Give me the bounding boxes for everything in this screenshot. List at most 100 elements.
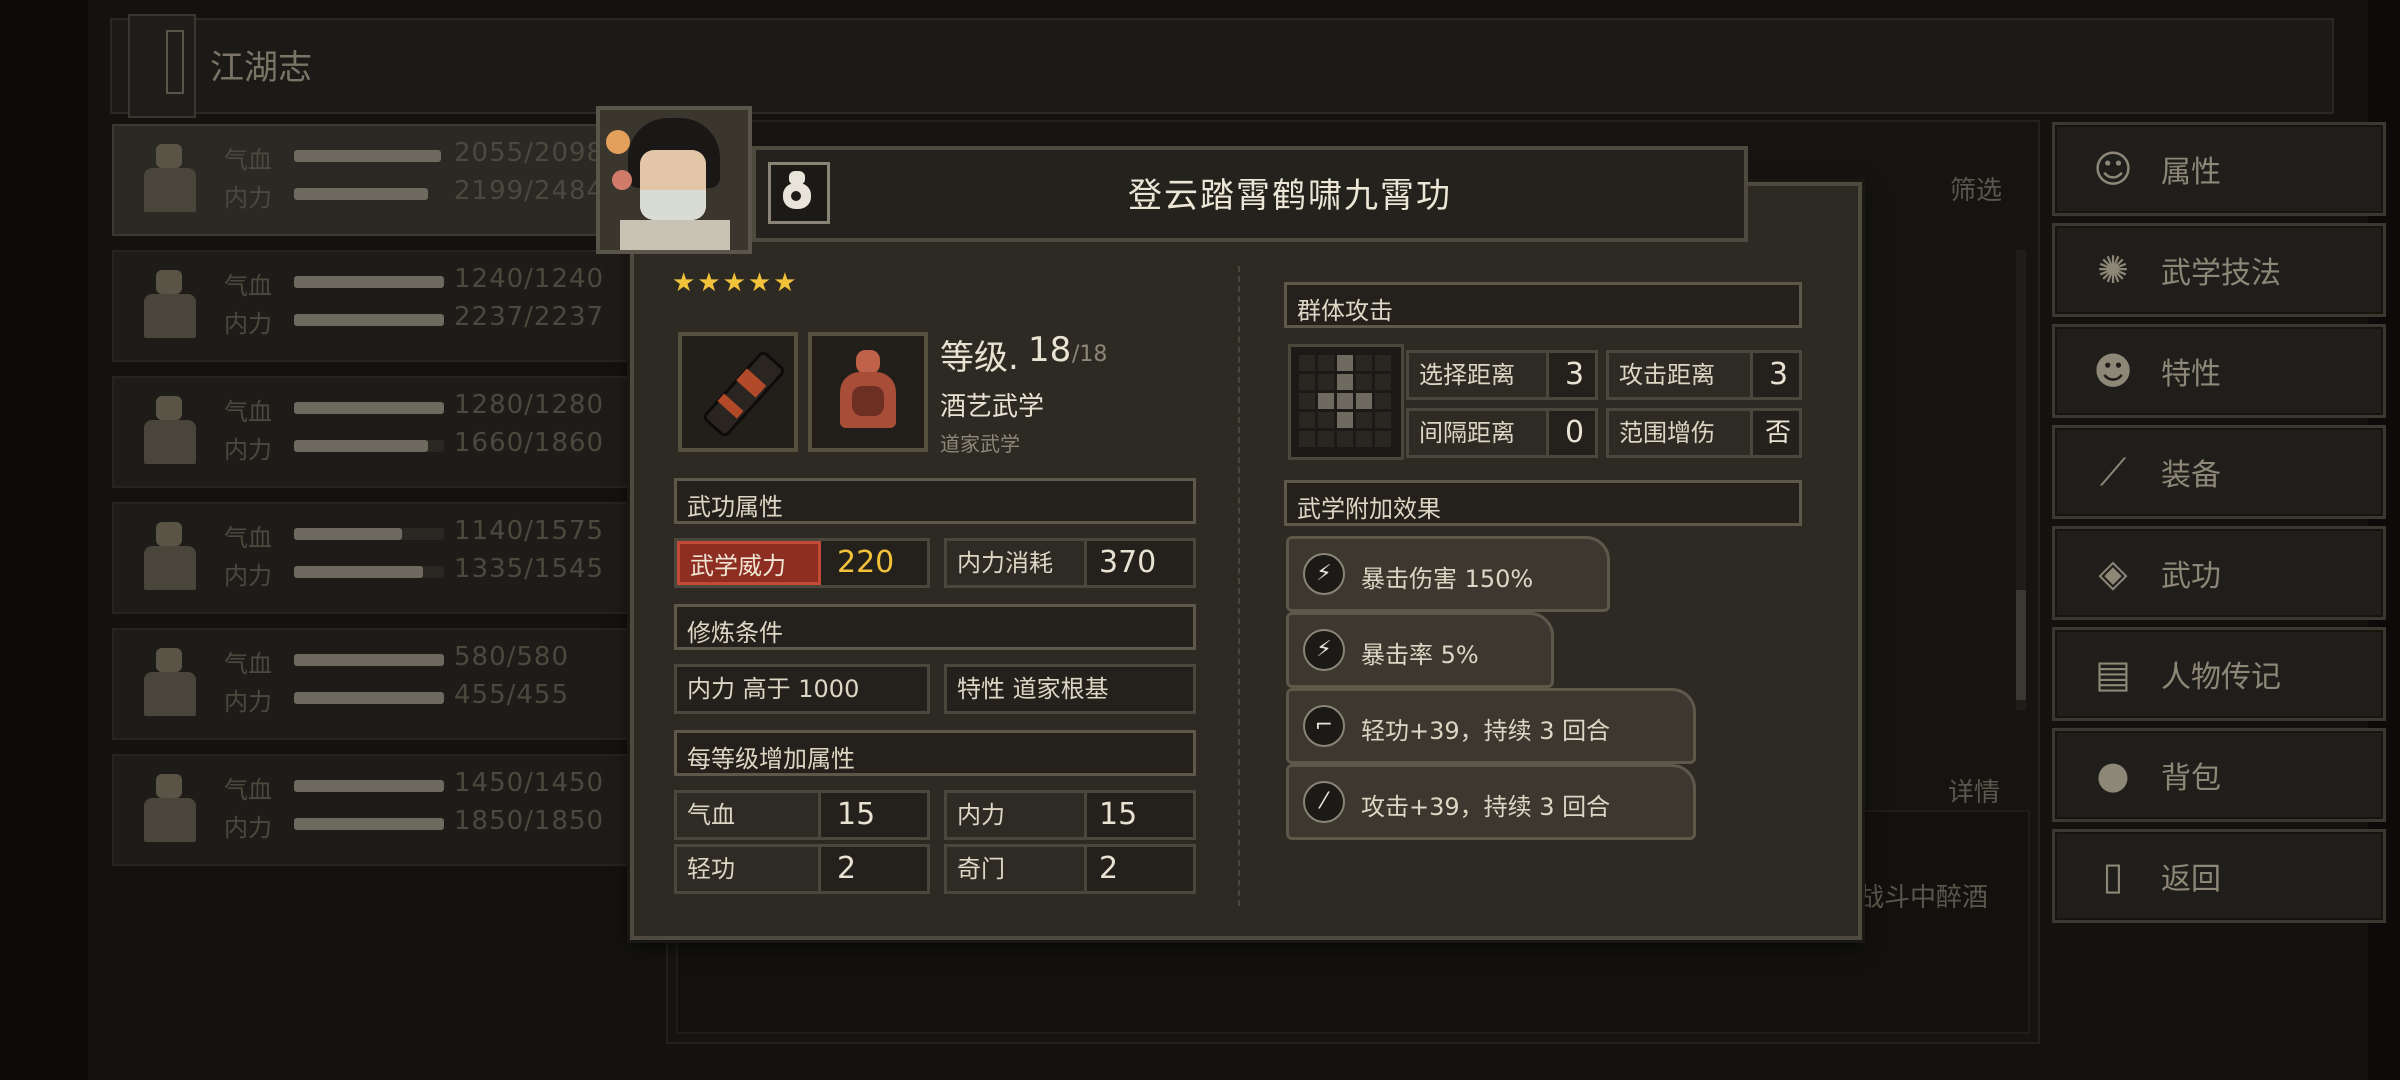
- scroll-icon: ▤: [2095, 652, 2131, 696]
- range-interval-label: 间隔距离: [1409, 411, 1549, 455]
- menu-button[interactable]: ▤ 人物传记: [2052, 627, 2386, 721]
- detail-button[interactable]: 详情: [1948, 772, 2000, 809]
- menu-button-label: 特性: [2161, 357, 2221, 392]
- per-level-qimen-label: 奇门: [947, 847, 1087, 891]
- attack-type-label: 群体攻击: [1297, 297, 1393, 325]
- range-grid-cell: [1299, 431, 1315, 447]
- sword-icon: ⁄: [1303, 781, 1345, 823]
- range-grid-cell: [1318, 431, 1334, 447]
- scrollbar-thumb[interactable]: [2016, 590, 2026, 700]
- section-per-level: 每等级增加属性: [674, 730, 1196, 776]
- mp-bar: [294, 692, 444, 704]
- section-per-level-label: 每等级增加属性: [687, 745, 855, 773]
- range-select-value: 3: [1565, 357, 1585, 392]
- skill-scroll-icon: [678, 332, 798, 452]
- range-grid-cell: [1356, 374, 1372, 390]
- effect-crit-damage-text: 暴击伤害 150%: [1361, 565, 1534, 593]
- mp-label: 内力: [224, 562, 272, 590]
- character-row[interactable]: 气血 1450/1450 内力 1850/1850: [112, 754, 636, 866]
- menu-button[interactable]: ● 背包: [2052, 728, 2386, 822]
- hp-label: 气血: [224, 524, 272, 552]
- range-grid-cell: [1375, 431, 1391, 447]
- title-bar: [110, 18, 2334, 114]
- range-grid-cell: [1356, 355, 1372, 371]
- per-level-agility: 轻功 2: [674, 844, 930, 894]
- range-grid-icon: [1288, 344, 1404, 460]
- mp-value: 1850/1850: [454, 806, 605, 836]
- section-requirements-label: 修炼条件: [687, 619, 783, 647]
- range-interval: 间隔距离 0: [1406, 408, 1598, 458]
- mp-bar: [294, 440, 444, 452]
- section-attributes-label: 武功属性: [687, 493, 783, 521]
- effect-crit-rate: ⚡ 暴击率 5%: [1286, 612, 1554, 688]
- skill-figure-icon: [808, 332, 928, 452]
- person-icon: ☺: [2093, 147, 2133, 191]
- door-icon: ▯: [2102, 854, 2124, 898]
- menu-button-label: 人物传记: [2161, 660, 2281, 695]
- section-attributes: 武功属性: [674, 478, 1196, 524]
- range-select-label: 选择距离: [1409, 353, 1549, 397]
- character-avatar: [130, 390, 210, 470]
- page-title: 江湖志: [210, 48, 312, 88]
- range-grid-cell: [1299, 355, 1315, 371]
- character-row[interactable]: 气血 2055/2098 内力 2199/2484: [112, 124, 636, 236]
- range-grid-cell: [1299, 374, 1315, 390]
- menu-button-label: 武学技法: [2161, 256, 2281, 291]
- level-value: 18: [1028, 330, 1072, 370]
- range-aoe-value: 否: [1765, 418, 1792, 448]
- range-grid-cell: [1318, 393, 1334, 409]
- per-level-agility-value: 2: [837, 851, 857, 886]
- character-row[interactable]: 气血 1240/1240 内力 2237/2237: [112, 250, 636, 362]
- range-grid-cell: [1299, 412, 1315, 428]
- level-max: /18: [1072, 342, 1108, 367]
- requirement-2: 特性 道家根基: [944, 664, 1196, 714]
- section-effects-label: 武学附加效果: [1297, 495, 1441, 523]
- power-label: 武学威力: [677, 541, 821, 585]
- lightning-icon: ⚡: [1303, 553, 1345, 595]
- character-avatar: [130, 642, 210, 722]
- bag-icon: ●: [2096, 753, 2130, 797]
- menu-button[interactable]: ⟋ 装备: [2052, 425, 2386, 519]
- attack-type: 群体攻击: [1284, 282, 1802, 328]
- hp-label: 气血: [224, 398, 272, 426]
- character-row[interactable]: 气血 580/580 内力 455/455: [112, 628, 636, 740]
- cost-cell: 内力消耗 370: [944, 538, 1196, 588]
- hp-bar: [294, 528, 444, 540]
- hp-label: 气血: [224, 272, 272, 300]
- range-grid-cell: [1337, 355, 1353, 371]
- mp-value: 2199/2484: [454, 176, 605, 206]
- per-level-mp-label: 内力: [947, 793, 1087, 837]
- book-icon: ◈: [2098, 551, 2128, 595]
- per-level-qimen-value: 2: [1099, 851, 1119, 886]
- range-grid-cell: [1337, 431, 1353, 447]
- range-grid-cell: [1318, 374, 1334, 390]
- range-grid-cell: [1375, 374, 1391, 390]
- wine-gourd-icon: [768, 162, 830, 224]
- hp-bar: [294, 276, 444, 288]
- per-level-mp-value: 15: [1099, 797, 1138, 832]
- menu-button[interactable]: ✺ 武学技法: [2052, 223, 2386, 317]
- menu-button-label: 属性: [2161, 155, 2221, 190]
- sword-icon: ⟋: [2099, 450, 2127, 494]
- character-row[interactable]: 气血 1140/1575 内力 1335/1545: [112, 502, 636, 614]
- character-avatar: [130, 264, 210, 344]
- hp-value: 2055/2098: [454, 138, 605, 168]
- range-grid-cell: [1337, 393, 1353, 409]
- menu-button[interactable]: ◈ 武功: [2052, 526, 2386, 620]
- menu-button[interactable]: ☻ 特性: [2052, 324, 2386, 418]
- effect-attack-buff: ⁄ 攻击+39，持续 3 回合: [1286, 764, 1696, 840]
- mp-bar: [294, 818, 444, 830]
- character-row[interactable]: 气血 1280/1280 内力 1660/1860: [112, 376, 636, 488]
- requirement-1-text: 内力 高于 1000: [687, 675, 860, 703]
- filter-button[interactable]: 筛选: [1950, 170, 2002, 207]
- hp-bar: [294, 402, 444, 414]
- menu-button[interactable]: ☺ 属性: [2052, 122, 2386, 216]
- menu-button[interactable]: ▯ 返回: [2052, 829, 2386, 923]
- per-level-hp: 气血 15: [674, 790, 930, 840]
- mp-value: 1335/1545: [454, 554, 605, 584]
- trait-icon: ☻: [2093, 349, 2133, 393]
- character-avatar: [130, 768, 210, 848]
- hp-label: 气血: [224, 650, 272, 678]
- hp-value: 1280/1280: [454, 390, 605, 420]
- lightning-circle-icon: ⚡: [1303, 629, 1345, 671]
